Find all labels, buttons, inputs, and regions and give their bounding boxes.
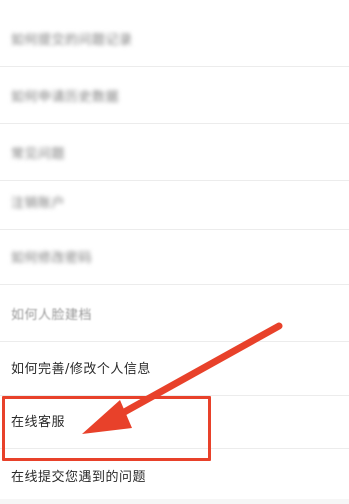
- menu-item-label: 如何提交的问题记录: [11, 32, 133, 48]
- menu-item-face-enrollment[interactable]: 如何人脸建档: [0, 285, 349, 342]
- menu-item-label: 如何申请历史数据: [11, 89, 120, 105]
- menu-item-blurred-4[interactable]: 注销账户: [0, 173, 349, 230]
- menu-item-label: 在线客服: [11, 414, 66, 430]
- menu-item-submit-problem[interactable]: 在线提交您遇到的问题: [0, 447, 349, 504]
- menu-item-label: 如何完善/修改个人信息: [11, 361, 151, 377]
- menu-item-label: 如何人脸建档: [11, 307, 93, 323]
- menu-item-label: 注销账户: [11, 195, 66, 211]
- menu-item-blurred-1[interactable]: 如何提交的问题记录: [0, 10, 349, 67]
- menu-item-label: 在线提交您遇到的问题: [11, 470, 147, 485]
- menu-item-edit-profile[interactable]: 如何完善/修改个人信息: [0, 339, 349, 396]
- menu-item-online-customer-service[interactable]: 在线客服: [0, 392, 349, 449]
- menu-item-blurred-2[interactable]: 如何申请历史数据: [0, 67, 349, 124]
- menu-item-label: 常见问题: [11, 146, 66, 162]
- menu-item-label: 如何修改密码: [11, 250, 93, 266]
- menu-item-blurred-5[interactable]: 如何修改密码: [0, 228, 349, 285]
- help-menu-list: 如何提交的问题记录 如何申请历史数据 常见问题 注销账户 如何修改密码 如何人脸…: [0, 0, 349, 499]
